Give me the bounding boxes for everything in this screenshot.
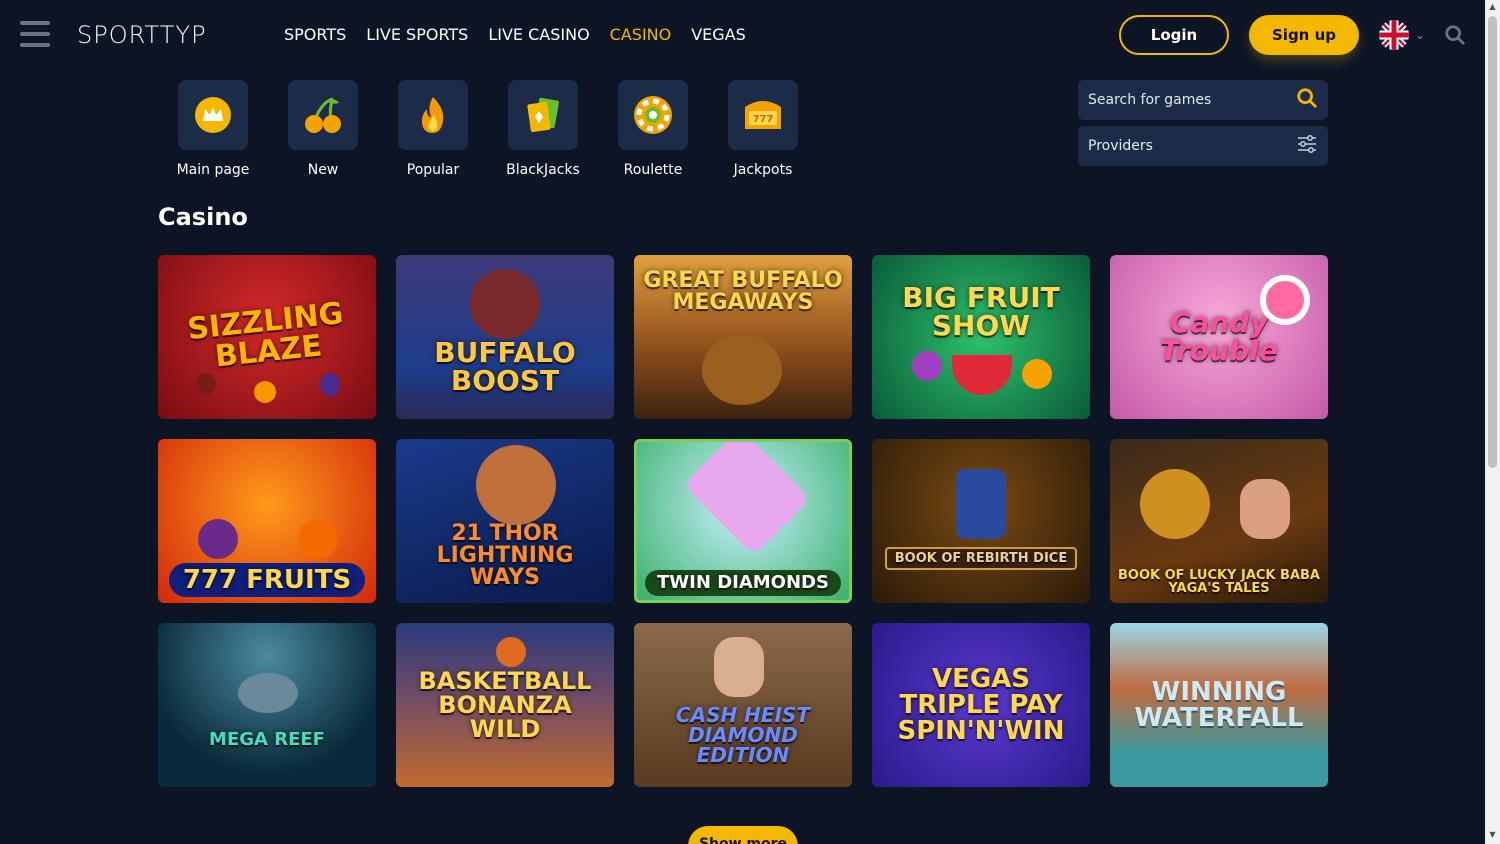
page-scrollbar[interactable]: ▲ ▼: [1485, 0, 1500, 844]
nav-live-casino[interactable]: LIVE CASINO: [488, 25, 589, 44]
game-tile[interactable]: Book of Lucky Jack Baba Yaga's Tales: [1110, 439, 1328, 603]
category-label: Jackpots: [733, 162, 793, 178]
hamburger-menu-icon[interactable]: [20, 21, 50, 47]
show-more-button[interactable]: Show more: [688, 826, 798, 844]
search-placeholder: Search for games: [1088, 92, 1212, 108]
game-title: Cash Heist Diamond Edition: [675, 703, 811, 767]
nav-casino[interactable]: CASINO: [610, 25, 672, 44]
game-title: Twin Diamonds: [645, 570, 841, 596]
nav-live-sports[interactable]: LIVE SPORTS: [366, 25, 468, 44]
providers-filter[interactable]: Providers: [1078, 126, 1328, 166]
category-new[interactable]: New: [268, 80, 378, 178]
category-jackpots[interactable]: 777 Jackpots: [708, 80, 818, 178]
game-tile[interactable]: Mega Reef: [158, 623, 376, 787]
providers-label: Providers: [1088, 138, 1153, 154]
game-title: Big Fruit Show: [902, 281, 1060, 342]
cherries-icon: [288, 80, 358, 150]
svg-text:777: 777: [753, 114, 774, 125]
category-popular[interactable]: Popular: [378, 80, 488, 178]
main-nav: SPORTS LIVE SPORTS LIVE CASINO CASINO VE…: [284, 25, 746, 44]
category-label: Main page: [176, 162, 250, 178]
game-title: 21 Thor Lightning Ways: [436, 521, 574, 590]
game-title: Vegas Triple Pay Spin'n'Win: [897, 664, 1065, 746]
category-main-page[interactable]: Main page: [158, 80, 268, 178]
search-icon[interactable]: [1444, 24, 1468, 48]
game-tile[interactable]: Big Fruit Show: [872, 255, 1090, 419]
game-title: Book of Lucky Jack Baba Yaga's Tales: [1118, 568, 1320, 596]
game-title: Winning Waterfall: [1134, 677, 1304, 733]
nav-vegas[interactable]: VEGAS: [691, 25, 746, 44]
top-header: SPORTTYP SPORTS LIVE SPORTS LIVE CASINO …: [0, 0, 1485, 70]
roulette-chip-icon: [618, 80, 688, 150]
game-title: Sizzling Blaze: [185, 296, 345, 375]
category-label: Roulette: [623, 162, 683, 178]
site-logo[interactable]: SPORTTYP: [77, 21, 207, 49]
game-tile[interactable]: Candy Trouble: [1110, 255, 1328, 419]
signup-button[interactable]: Sign up: [1249, 15, 1359, 55]
chevron-down-icon: ⌄: [1415, 28, 1426, 42]
filter-sliders-icon: [1296, 133, 1318, 159]
game-title: Buffalo Boost: [434, 336, 576, 397]
game-tile[interactable]: 21 Thor Lightning Ways: [396, 439, 614, 603]
category-roulette[interactable]: Roulette: [598, 80, 708, 178]
uk-flag-icon: [1379, 20, 1409, 50]
game-tile[interactable]: Winning Waterfall: [1110, 623, 1328, 787]
category-blackjacks[interactable]: BlackJacks: [488, 80, 598, 178]
game-title: Mega Reef: [209, 729, 325, 750]
scroll-down-arrow-icon[interactable]: ▼: [1488, 830, 1497, 840]
game-tile[interactable]: Vegas Triple Pay Spin'n'Win: [872, 623, 1090, 787]
crown-icon: [178, 80, 248, 150]
games-grid: Sizzling Blaze Buffalo Boost Great Buffa…: [158, 255, 1328, 787]
section-title: Casino: [158, 203, 248, 231]
category-label: BlackJacks: [506, 162, 580, 178]
category-label: Popular: [406, 162, 460, 178]
cards-icon: [508, 80, 578, 150]
nav-sports[interactable]: SPORTS: [284, 25, 346, 44]
flame-icon: [398, 80, 468, 150]
category-label: New: [307, 162, 339, 178]
category-row: Main page New Popular BlackJacks Roulett…: [158, 80, 818, 178]
search-icon: [1296, 87, 1318, 113]
scroll-up-arrow-icon[interactable]: ▲: [1488, 2, 1497, 12]
language-selector[interactable]: ⌄: [1379, 20, 1427, 50]
game-tile[interactable]: Great Buffalo Megaways: [634, 255, 852, 419]
game-tile[interactable]: Basketball Bonanza Wild: [396, 623, 614, 787]
game-tile[interactable]: 777 Fruits: [158, 439, 376, 603]
game-title: 777 Fruits: [168, 563, 366, 597]
game-title: Great Buffalo Megaways: [643, 268, 843, 315]
game-tile[interactable]: Cash Heist Diamond Edition: [634, 623, 852, 787]
game-tile[interactable]: Sizzling Blaze: [158, 255, 376, 419]
game-tile[interactable]: Buffalo Boost: [396, 255, 614, 419]
game-tile[interactable]: Twin Diamonds: [634, 439, 852, 603]
game-title: Book of Rebirth Dice: [884, 547, 1078, 570]
jackpot-777-icon: 777: [728, 80, 798, 150]
game-title: Basketball Bonanza Wild: [418, 667, 592, 743]
login-button[interactable]: Login: [1119, 15, 1229, 55]
scrollbar-thumb[interactable]: [1488, 16, 1497, 468]
search-games-input[interactable]: Search for games: [1078, 80, 1328, 120]
game-tile[interactable]: Book of Rebirth Dice: [872, 439, 1090, 603]
